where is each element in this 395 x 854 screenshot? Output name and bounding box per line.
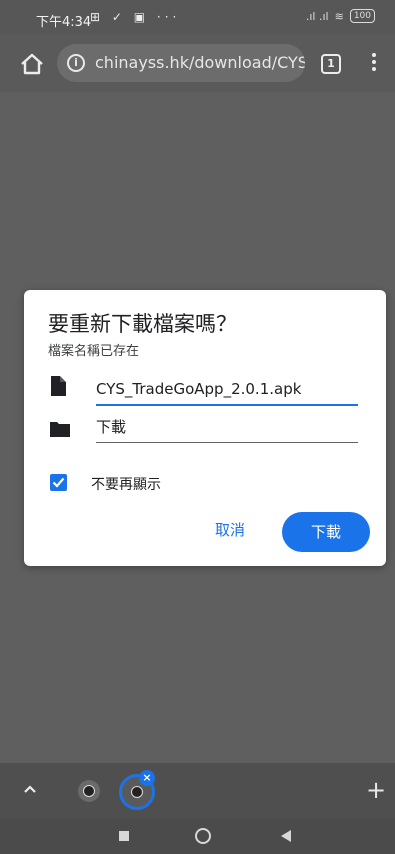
browser-toolbar: i chinayss.hk/download/CYS_ 1 xyxy=(0,34,395,92)
notification-icons: ⊞ ✓ ▣ ··· xyxy=(90,10,181,24)
close-icon[interactable]: × xyxy=(139,770,155,786)
battery-icon: 100 xyxy=(349,9,375,23)
cancel-button[interactable]: 取消 xyxy=(202,512,258,548)
globe-icon xyxy=(83,785,95,797)
redownload-dialog: 要重新下載檔案嗎？ 檔案名稱已存在 下載 不要再顯示 取消 下載 xyxy=(24,290,386,566)
nav-home-icon[interactable] xyxy=(195,828,211,844)
more-menu-icon[interactable] xyxy=(368,51,380,77)
url-bar[interactable]: i chinayss.hk/download/CYS_ xyxy=(57,44,305,82)
status-time: 下午4:34 xyxy=(36,15,92,30)
wifi-icon: ≋ xyxy=(334,9,344,23)
home-icon xyxy=(21,53,43,75)
file-icon xyxy=(51,376,66,396)
signal-icon: .ıl .ıl xyxy=(305,9,329,23)
bottom-tab-strip: × + xyxy=(0,763,395,819)
status-bar: 下午4:34 ⊞ ✓ ▣ ··· .ıl .ıl ≋ 100 xyxy=(0,0,395,34)
check-icon xyxy=(52,477,65,488)
dialog-title: 要重新下載檔案嗎？ xyxy=(48,312,237,336)
folder-icon xyxy=(50,422,70,437)
file-name-field[interactable] xyxy=(96,376,358,406)
globe-icon xyxy=(131,786,143,798)
folder-field[interactable]: 下載 xyxy=(96,416,358,443)
info-icon[interactable]: i xyxy=(67,54,85,72)
dialog-subtitle: 檔案名稱已存在 xyxy=(48,344,140,359)
dont-show-again-checkbox[interactable] xyxy=(50,474,67,491)
download-button[interactable]: 下載 xyxy=(282,512,370,552)
tab-thumbnail[interactable] xyxy=(78,780,100,802)
chevron-up-icon[interactable] xyxy=(22,783,38,795)
recents-icon[interactable] xyxy=(119,831,129,841)
status-right-group: .ıl .ıl ≋ 100 xyxy=(306,9,375,23)
tab-switcher-button[interactable]: 1 xyxy=(321,54,341,74)
url-text[interactable]: chinayss.hk/download/CYS_ xyxy=(95,53,305,72)
system-nav-bar xyxy=(0,819,395,854)
checkbox-label[interactable]: 不要再顯示 xyxy=(91,474,161,494)
home-button[interactable] xyxy=(18,50,46,78)
plus-icon[interactable]: + xyxy=(366,776,386,804)
back-icon[interactable] xyxy=(281,830,291,842)
